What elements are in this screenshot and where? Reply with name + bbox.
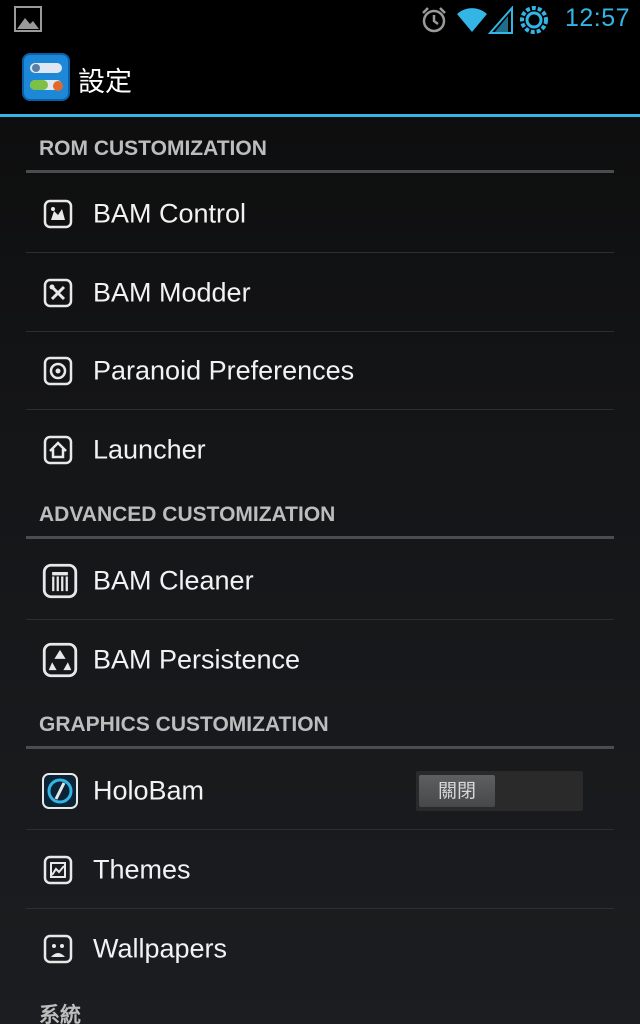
signal-icon [488,6,513,34]
list-item-label: BAM Modder [93,277,251,307]
wifi-icon [457,8,487,32]
page-title: 設定 [78,67,132,98]
tools-icon [43,278,73,307]
action-bar-accent-line [0,114,640,117]
section-header-advanced: ADVANCED CUSTOMIZATION [26,500,614,540]
list-item-holobam[interactable]: HoloBam 關閉 [26,751,614,830]
section-divider [26,746,614,749]
image-notification-icon [14,6,42,32]
section-header-label: ROM CUSTOMIZATION [39,137,267,160]
list-item-label: Paranoid Preferences [93,355,355,385]
toggle-off-label: 關閉 [419,774,495,807]
list-item-themes[interactable]: Themes [26,830,614,909]
holobam-icon [42,772,78,809]
action-bar: 設定 [0,40,640,114]
list-item-label: BAM Cleaner [93,565,254,595]
list-item-bam-modder[interactable]: BAM Modder [26,253,614,332]
recycle-icon [42,642,78,677]
paranoid-icon [43,356,73,385]
section-header-label: GRAPHICS CUSTOMIZATION [39,713,329,736]
themes-icon [43,855,73,884]
list-item-bam-persistence[interactable]: BAM Persistence [26,620,614,699]
list-item-label: HoloBam [93,775,205,805]
list-item-launcher[interactable]: Launcher [26,410,614,489]
section-divider [26,536,614,539]
list-item-label: BAM Control [93,198,247,228]
holobam-toggle-switch[interactable]: 關閉 [416,770,583,811]
section-header-system: 系統 [26,998,614,1024]
list-item-label: BAM Persistence [93,644,301,674]
list-item-label: Launcher [93,434,206,464]
wallpaper-icon [43,934,73,963]
list-item-bam-cleaner[interactable]: BAM Cleaner [26,541,614,620]
section-divider [26,170,614,173]
sync-icon [520,6,548,34]
alarm-icon [422,7,446,33]
bam-control-icon [43,199,73,228]
section-header-label: 系統 [39,1003,81,1024]
list-item-paranoid-preferences[interactable]: Paranoid Preferences [26,331,614,410]
list-item-label: Themes [93,854,191,884]
section-header-graphics: GRAPHICS CUSTOMIZATION [26,710,614,750]
list-item-bam-control[interactable]: BAM Control [26,174,614,253]
settings-app-icon[interactable] [22,53,70,101]
section-header-rom: ROM CUSTOMIZATION [26,134,614,174]
status-clock: 12:57 [564,4,630,32]
list-item-wallpapers[interactable]: Wallpapers [26,909,614,988]
trash-icon [42,563,78,598]
home-icon [43,435,73,464]
status-bar: 12:57 [0,0,640,40]
list-item-label: Wallpapers [93,933,228,963]
section-header-label: ADVANCED CUSTOMIZATION [39,503,336,526]
